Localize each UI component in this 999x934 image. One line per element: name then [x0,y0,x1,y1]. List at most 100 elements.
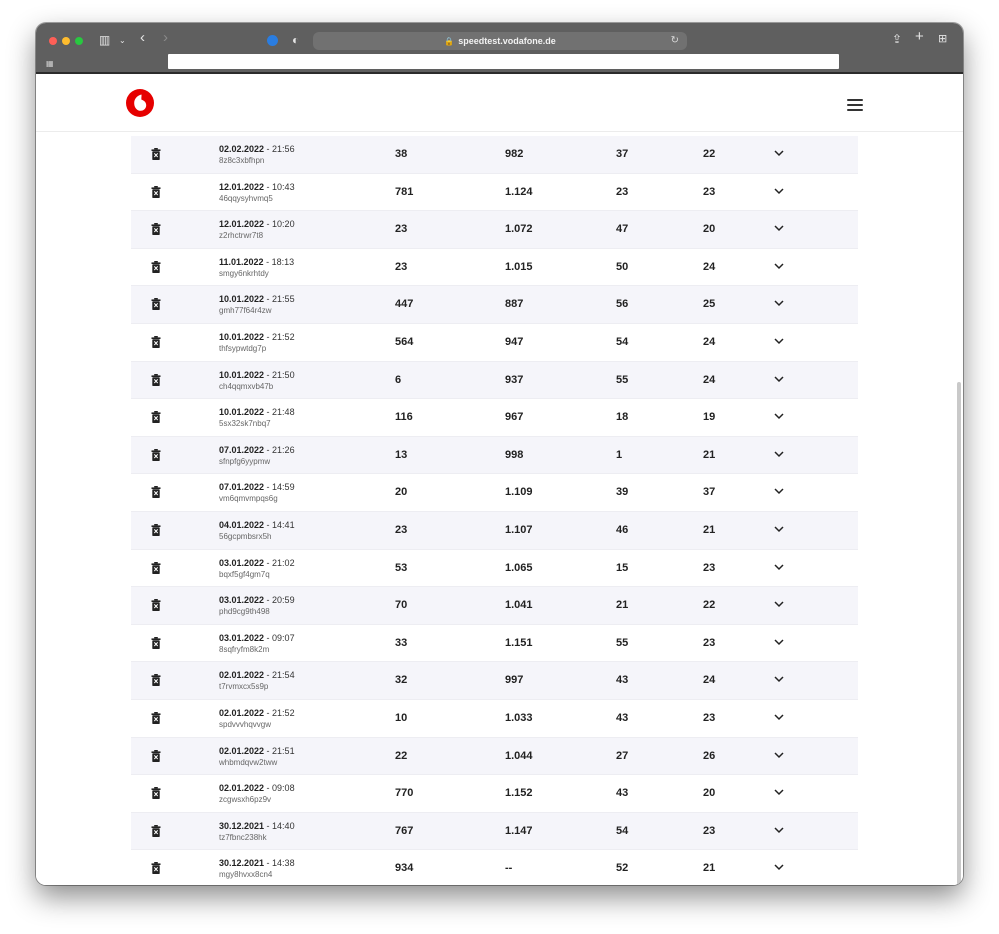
forward-arrow-icon[interactable]: › [163,30,168,45]
apps-grid-icon[interactable]: ▦ [46,59,54,68]
row-value-1: 33 [395,636,408,649]
reload-icon[interactable]: ↻ [671,32,679,50]
row-value-2: 1.072 [505,223,533,236]
chevron-down-icon[interactable] [774,713,784,721]
row-value-4: 23 [703,824,716,837]
trash-icon[interactable] [151,674,161,687]
row-test-id: gmh77f64r4zw [219,306,272,316]
trash-icon[interactable] [151,223,161,236]
table-row: 02.02.2022 - 21:56 8z8c3xbfhpn 38 982 37… [131,136,858,174]
chevron-down-icon[interactable] [774,525,784,533]
row-value-4: 20 [703,787,716,800]
address-bar[interactable]: 🔒 speedtest.vodafone.de ↻ [313,32,687,50]
trash-icon[interactable] [151,787,161,800]
row-value-4: 20 [703,223,716,236]
row-date: 02.01.2022 [219,670,265,681]
chevron-down-icon[interactable] [774,375,784,383]
trash-icon[interactable] [151,448,161,461]
row-date: 10.01.2022 [219,407,265,418]
back-arrow-icon[interactable]: ‹ [140,30,145,45]
chevron-down-icon[interactable]: ⌄ [119,35,126,47]
row-date: 02.01.2022 [219,745,265,756]
trash-icon[interactable] [151,148,161,160]
row-value-3: 1 [616,448,623,461]
sidebar-icon[interactable]: ▥ [99,34,110,46]
chevron-down-icon[interactable] [774,299,784,307]
row-value-1: 38 [395,148,408,160]
chevron-down-icon[interactable] [774,826,784,834]
row-test-id: 46qqysyhvmq5 [219,193,273,203]
chevron-down-icon[interactable] [774,751,784,759]
trash-icon[interactable] [151,185,161,198]
row-value-3: 43 [616,787,629,800]
row-value-2: 998 [505,448,524,461]
chevron-down-icon[interactable] [774,563,784,571]
chevron-down-icon[interactable] [774,337,784,345]
browser-toolbar: ▥ ⌄ ‹ › ◐ 🔒 speedtest.vodafone.de ↻ ⇪ + ⊞… [36,23,963,72]
chevron-down-icon[interactable] [774,788,784,796]
chevron-down-icon[interactable] [774,487,784,495]
row-value-2: 937 [505,373,524,386]
trash-icon[interactable] [151,862,161,875]
tab-overview-icon[interactable]: ⊞ [938,33,947,45]
new-tab-icon[interactable]: + [915,29,924,44]
chevron-down-icon[interactable] [774,863,784,871]
row-time: 14:38 [272,858,295,869]
chevron-down-icon[interactable] [774,675,784,683]
trash-icon[interactable] [151,298,161,311]
row-value-3: 27 [616,749,629,762]
site-header [36,74,963,132]
web-page: 02.02.2022 - 21:56 8z8c3xbfhpn 38 982 37… [36,74,963,885]
row-test-id: zcgwsxh6pz9v [219,795,272,805]
trash-icon[interactable] [151,486,161,499]
shield-icon[interactable]: ◐ [292,34,299,46]
extension-icon[interactable] [267,35,278,46]
row-time: 21:54 [272,670,295,681]
row-value-2: 887 [505,298,524,311]
trash-icon[interactable] [151,260,161,273]
row-datetime: 04.01.2022 - 14:41 [219,519,295,530]
chevron-down-icon[interactable] [774,187,784,195]
menu-icon[interactable] [847,99,863,111]
row-time: 20:59 [272,595,295,606]
row-value-1: 53 [395,561,408,574]
zoom-window-button[interactable] [75,37,83,45]
row-value-2: 1.033 [505,711,533,724]
chevron-down-icon[interactable] [774,600,784,608]
chevron-down-icon[interactable] [774,450,784,458]
trash-icon[interactable] [151,373,161,386]
row-test-id: spdvvvhqvvgw [219,719,272,729]
chevron-down-icon[interactable] [774,638,784,646]
chevron-down-icon[interactable] [774,262,784,270]
row-value-1: 6 [395,373,402,386]
row-value-3: 54 [616,335,629,348]
row-test-id: 8sqfryfm8k2m [219,644,270,654]
table-row: 03.01.2022 - 21:02 bqxf5gf4gm7q 53 1.065… [131,550,858,588]
trash-icon[interactable] [151,411,161,424]
chevron-down-icon[interactable] [774,149,784,157]
chevron-down-icon[interactable] [774,412,784,420]
row-time: 18:13 [271,256,295,267]
row-value-1: 70 [395,599,408,612]
trash-icon[interactable] [151,711,161,724]
trash-icon[interactable] [151,636,161,649]
trash-icon[interactable] [151,824,161,837]
vodafone-logo-icon[interactable] [125,88,155,118]
chevron-down-icon[interactable] [774,224,784,232]
scrollbar[interactable] [957,382,961,885]
trash-icon[interactable] [151,335,161,348]
share-icon[interactable]: ⇪ [892,33,902,45]
table-row: 10.01.2022 - 21:52 thfsypwtdg7p 564 947 … [131,324,858,362]
row-test-id: phd9cg9th498 [219,607,270,617]
row-test-id: whbmdqvw2tww [219,757,278,767]
row-datetime: 03.01.2022 - 20:59 [219,595,295,606]
row-date: 02.01.2022 [219,707,265,718]
trash-icon[interactable] [151,523,161,536]
trash-icon[interactable] [151,599,161,612]
row-value-4: 21 [703,862,716,875]
row-time: 21:52 [272,707,295,718]
minimize-window-button[interactable] [62,37,70,45]
close-window-button[interactable] [49,37,57,45]
trash-icon[interactable] [151,749,161,762]
trash-icon[interactable] [151,561,161,574]
